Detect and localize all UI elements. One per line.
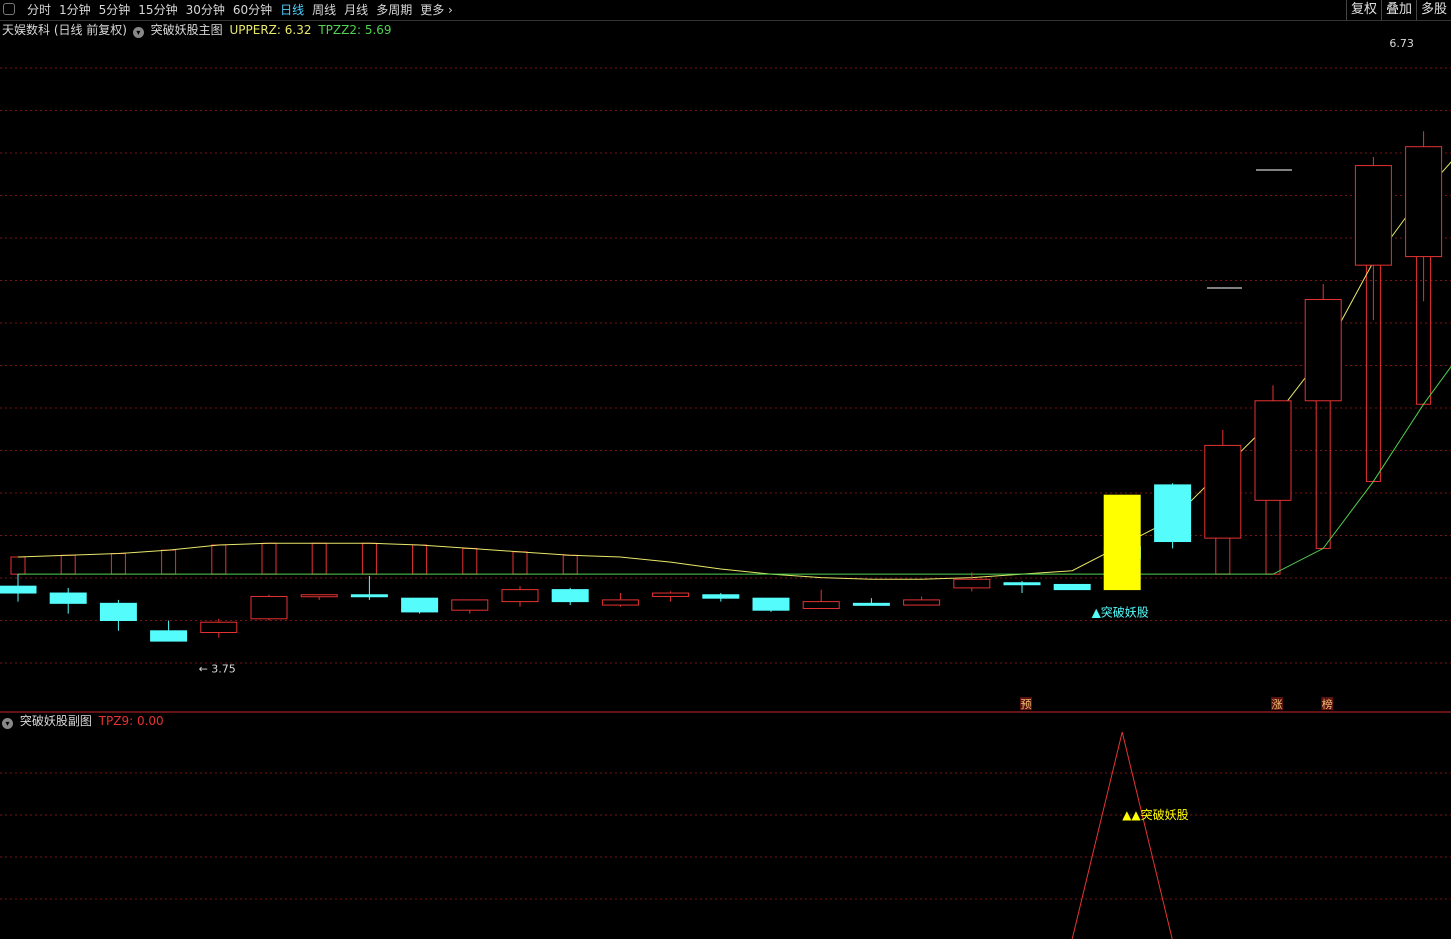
tag-label: 预 (1021, 698, 1032, 711)
candle-body (1254, 400, 1292, 501)
candle-body (451, 599, 489, 611)
candle-body (350, 594, 388, 598)
candle-body (150, 630, 188, 642)
candle-body (802, 601, 840, 609)
candle-body (300, 594, 338, 598)
candle-body (702, 594, 740, 599)
candle-body (551, 589, 589, 603)
candle-body (1304, 298, 1342, 402)
band-bar (161, 549, 177, 575)
band-bar (462, 547, 478, 575)
candle-body (1354, 165, 1392, 266)
candle-body (953, 578, 991, 589)
candle-body (1405, 146, 1443, 258)
band-bar (361, 542, 377, 575)
candle-body (99, 602, 137, 622)
candle-body (1053, 583, 1091, 591)
band-bar (10, 556, 26, 575)
band-bar (562, 554, 578, 575)
min-price-label: ← 3.75 (199, 663, 236, 676)
kline-chart[interactable]: ▲突破妖股 6.73 ← 3.75 预 涨 榜 ▲▲突破妖股 (0, 0, 1451, 939)
band-bar (311, 542, 327, 575)
candle-body (903, 599, 941, 606)
candle-body (0, 585, 37, 594)
candle-body (1003, 582, 1041, 586)
sub-signal-label: ▲▲突破妖股 (1122, 807, 1188, 822)
candle-body (601, 599, 639, 606)
candle-body (852, 602, 890, 606)
band-bar (211, 544, 227, 575)
candle-body (1204, 444, 1242, 539)
signal-candle (1103, 494, 1141, 591)
candle-body (401, 597, 439, 613)
candle-body (250, 595, 288, 620)
band-bar (412, 544, 428, 575)
max-price-label: 6.73 (1389, 37, 1414, 50)
tpz9-line (1071, 731, 1173, 939)
tag-label: 榜 (1322, 697, 1333, 711)
band-bar (261, 542, 277, 575)
candle-body (652, 592, 690, 597)
band-bar (110, 553, 126, 575)
band-bar (512, 551, 528, 575)
candle-body (752, 597, 790, 611)
tag-label: 涨 (1272, 698, 1283, 711)
candle-body (200, 621, 238, 634)
band-bar (60, 554, 76, 575)
signal-label: ▲突破妖股 (1092, 605, 1149, 620)
candle-body (1154, 484, 1192, 543)
candle-body (501, 589, 539, 603)
candle-body (49, 592, 87, 604)
